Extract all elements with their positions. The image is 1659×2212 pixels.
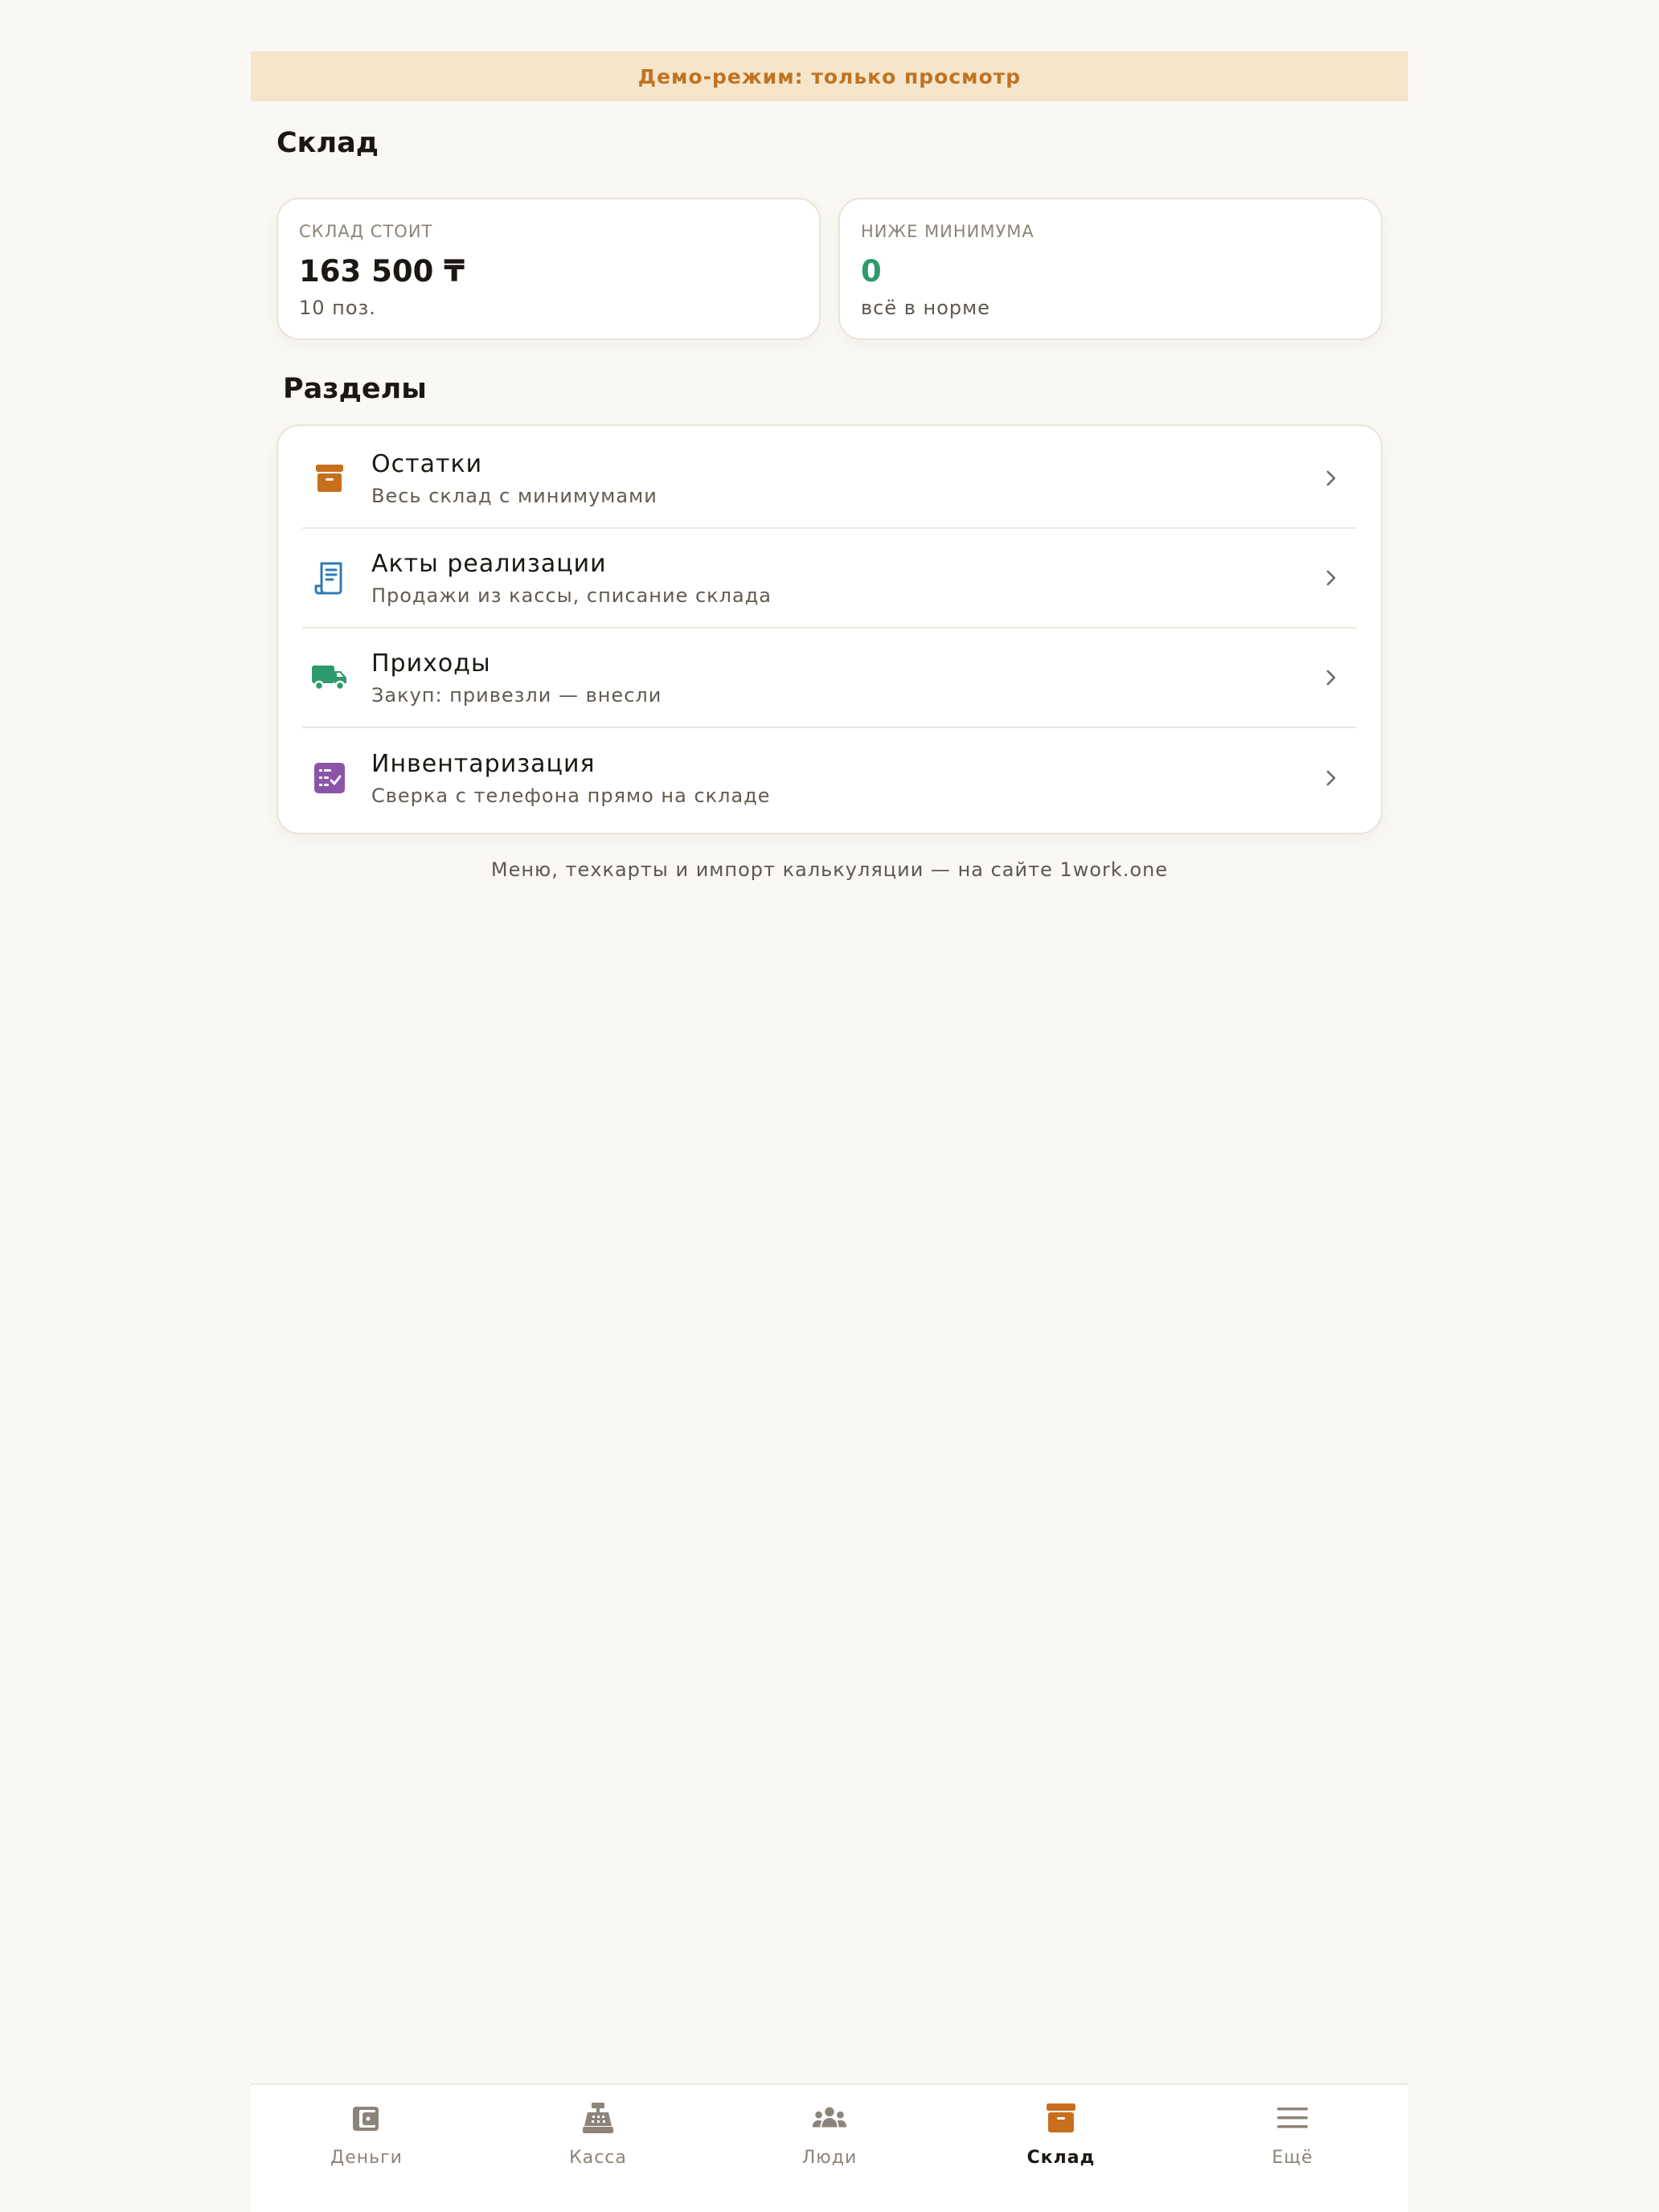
- sections-title: Разделы: [283, 373, 427, 405]
- chevron-right-icon: [1315, 462, 1347, 494]
- page-title: Склад: [276, 127, 379, 159]
- tab-label: Склад: [1026, 2148, 1096, 2168]
- section-item-incoming[interactable]: Приходы Закуп: привезли — внесли: [302, 629, 1357, 728]
- bottom-tab-bar: Деньги Касса Люди Склад Ещё: [251, 2083, 1408, 2212]
- tab-money[interactable]: Деньги: [251, 2085, 482, 2212]
- checklist-icon: [310, 759, 349, 797]
- people-icon: [811, 2099, 848, 2136]
- stat-subtitle: всё в норме: [861, 297, 990, 319]
- wallet-icon: [348, 2099, 385, 2136]
- stat-value: 0: [861, 254, 882, 289]
- chevron-right-icon: [1315, 562, 1347, 594]
- tab-label: Касса: [569, 2148, 627, 2168]
- section-item-subtitle: Сверка с телефона прямо на складе: [371, 784, 771, 807]
- tab-label: Деньги: [330, 2148, 403, 2168]
- chevron-right-icon: [1315, 662, 1347, 694]
- sections-list: Остатки Весь склад с минимумами Акты реа…: [276, 424, 1382, 834]
- stat-value: 163 500 ₸: [299, 254, 465, 289]
- section-item-title: Акты реализации: [371, 549, 607, 578]
- tab-label: Ещё: [1272, 2148, 1313, 2168]
- section-item-subtitle: Закуп: привезли — внесли: [371, 683, 662, 707]
- stat-label: СКЛАД СТОИТ: [299, 222, 433, 241]
- section-item-title: Приходы: [371, 649, 491, 678]
- tab-warehouse[interactable]: Склад: [945, 2085, 1177, 2212]
- section-item-inventory[interactable]: Инвентаризация Сверка с телефона прямо н…: [302, 728, 1357, 828]
- cash-register-icon: [580, 2099, 616, 2136]
- truck-icon: [310, 658, 349, 697]
- chevron-right-icon: [1315, 762, 1347, 794]
- tab-cash-register[interactable]: Касса: [482, 2085, 714, 2212]
- stat-label: НИЖЕ МИНИМУМА: [861, 222, 1034, 241]
- footer-note: Меню, техкарты и импорт калькуляции — на…: [490, 858, 1169, 881]
- below-minimum-card[interactable]: НИЖЕ МИНИМУМА 0 всё в норме: [838, 198, 1382, 340]
- receipt-icon: [310, 559, 349, 597]
- section-item-subtitle: Весь склад с минимумами: [371, 484, 657, 507]
- stock-value-card[interactable]: СКЛАД СТОИТ 163 500 ₸ 10 поз.: [276, 198, 821, 340]
- menu-icon: [1274, 2099, 1311, 2136]
- archive-box-icon: [310, 459, 349, 498]
- tab-more[interactable]: Ещё: [1177, 2085, 1408, 2212]
- app-screen: Демо-режим: только просмотр Склад СКЛАД …: [251, 0, 1408, 2212]
- section-item-title: Инвентаризация: [371, 749, 596, 778]
- archive-box-icon: [1043, 2099, 1079, 2136]
- section-item-subtitle: Продажи из кассы, списание склада: [371, 584, 772, 607]
- stat-subtitle: 10 поз.: [299, 297, 376, 319]
- tab-people[interactable]: Люди: [714, 2085, 945, 2212]
- section-item-stock[interactable]: Остатки Весь склад с минимумами: [302, 429, 1357, 529]
- section-item-title: Остатки: [371, 449, 483, 478]
- demo-mode-banner: Демо-режим: только просмотр: [251, 51, 1408, 101]
- tab-label: Люди: [801, 2148, 858, 2168]
- section-item-sales-acts[interactable]: Акты реализации Продажи из кассы, списан…: [302, 529, 1357, 629]
